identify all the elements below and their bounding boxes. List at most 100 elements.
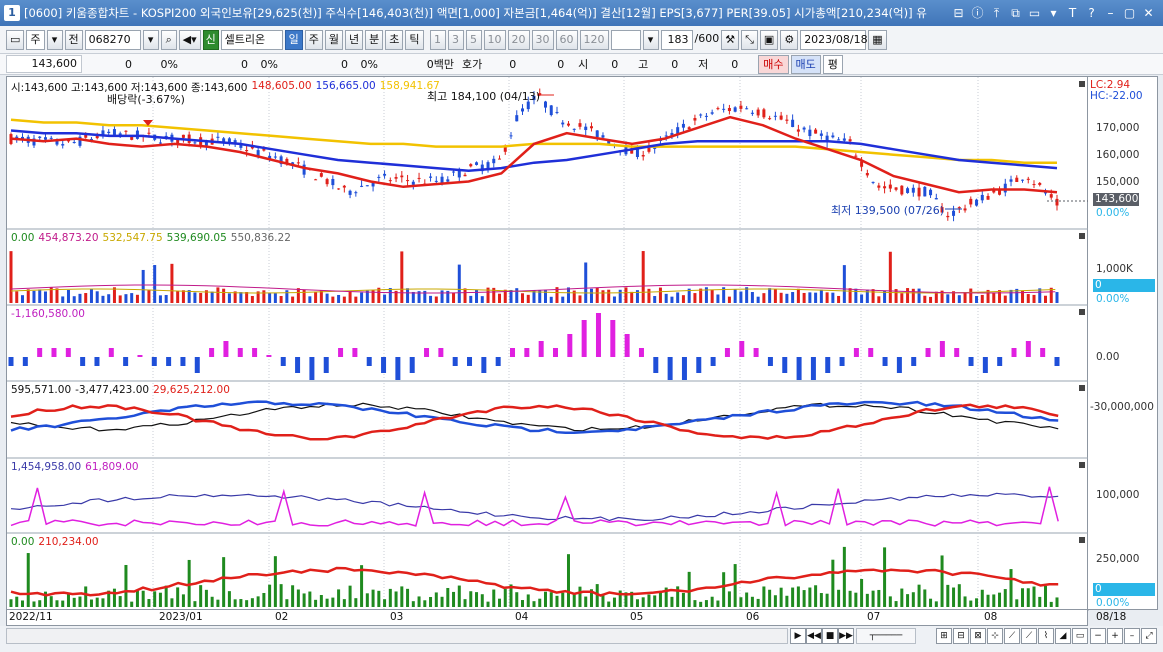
tab-period-tick[interactable]: 틱 <box>405 29 424 50</box>
candle-body <box>342 185 346 188</box>
cap-bar <box>204 589 208 607</box>
calendar-icon[interactable]: ▦ <box>868 29 887 50</box>
volume-bar <box>871 289 875 303</box>
volume-bar <box>32 290 36 303</box>
font-icon[interactable]: T <box>1064 5 1081 22</box>
tab-period-second[interactable]: 초 <box>385 29 404 50</box>
interval-5[interactable]: 5 <box>465 29 482 50</box>
market-dropdown-icon[interactable]: ▾ <box>46 29 63 50</box>
crosshair-icon[interactable]: ⊹ <box>987 628 1003 644</box>
buy-button[interactable]: 매수 <box>758 54 789 74</box>
zoom-in-icon[interactable]: + <box>1107 628 1123 644</box>
cap-bar <box>503 588 507 607</box>
volume-bar <box>785 293 789 303</box>
close-button[interactable]: ✕ <box>1140 5 1157 22</box>
scroll-next-icon[interactable]: ▶ <box>790 628 806 644</box>
sound-icon[interactable]: ◀▾ <box>178 29 201 50</box>
fit-icon[interactable]: ⊞ <box>936 628 952 644</box>
foreign-bar <box>1054 357 1060 366</box>
volume-bar <box>147 289 151 303</box>
candle-body <box>354 192 358 194</box>
stop-icon[interactable]: ■ <box>822 628 838 644</box>
help-icon[interactable]: ? <box>1083 5 1100 22</box>
code-dropdown-icon[interactable]: ▾ <box>142 29 159 50</box>
interval-3[interactable]: 3 <box>447 29 464 50</box>
maximize-button[interactable]: ▢ <box>1121 5 1138 22</box>
interval-custom-input[interactable] <box>610 29 641 50</box>
volume-bar <box>601 290 605 303</box>
tab-period-week[interactable]: 주 <box>304 29 323 50</box>
foreign-bar <box>997 357 1003 366</box>
interval-20[interactable]: 20 <box>507 29 530 50</box>
measure-icon[interactable]: ⟋ <box>1021 628 1037 644</box>
shrink-icon[interactable]: ▭ <box>1072 628 1088 644</box>
volume-bar <box>693 293 697 303</box>
cap-bar <box>543 591 547 607</box>
foreign-bar <box>65 348 71 357</box>
tab-period-minute[interactable]: 분 <box>365 29 384 50</box>
minimize-button[interactable]: – <box>1102 5 1119 22</box>
tab-period-year[interactable]: 년 <box>345 29 364 50</box>
cap-bar <box>32 601 36 607</box>
cap-bar <box>377 590 381 607</box>
interval-30[interactable]: 30 <box>531 29 554 50</box>
data-count-input[interactable]: 183 <box>660 29 693 50</box>
minus-icon[interactable]: – <box>1124 628 1140 644</box>
fullscreen-icon[interactable]: ⤢ <box>1141 628 1157 644</box>
screen-icon[interactable]: ▭ <box>1026 5 1043 22</box>
market-select[interactable]: 주 <box>26 29 45 50</box>
grid-icon[interactable]: ⊟ <box>953 628 969 644</box>
scroll-rewind-icon[interactable]: ◀◀ <box>806 628 822 644</box>
chart-toolbar: ▭ 주 ▾ 전 068270 ▾ ⌕ ◀▾ 신 셀트리온 일 주 월 년 분 초… <box>0 26 1163 54</box>
chart-scrollbar[interactable] <box>6 628 788 644</box>
cap-bar <box>371 589 375 607</box>
search-icon[interactable]: ⌕ <box>160 29 177 50</box>
tab-period-day[interactable]: 일 <box>284 29 303 50</box>
zoom-slider[interactable]: ┬───── <box>856 628 916 644</box>
interval-dropdown-icon[interactable]: ▾ <box>642 29 659 50</box>
foreign-bar <box>696 357 702 373</box>
interval-1[interactable]: 1 <box>429 29 446 50</box>
stock-code-input[interactable]: 068270 <box>84 29 141 50</box>
indicator-icon[interactable]: ⚒ <box>721 29 740 50</box>
draw-tool-icon[interactable]: ⤡ <box>741 29 758 50</box>
flow-tick: -30,000,000 <box>1090 401 1154 413</box>
candle-body <box>768 118 772 120</box>
scroll-forward-icon[interactable]: ▶▶ <box>838 628 854 644</box>
volume-bar <box>739 291 743 303</box>
info-icon[interactable]: ⓘ <box>969 5 986 22</box>
trend-icon[interactable]: ⟋ <box>1004 628 1020 644</box>
candle-body <box>894 187 898 190</box>
price-tick-170000: 170,000 <box>1096 122 1140 134</box>
settings-gear-icon[interactable]: ⚙ <box>780 29 799 50</box>
whole-button[interactable]: 전 <box>64 29 83 50</box>
zoom-out-icon[interactable]: − <box>1090 628 1106 644</box>
candle-body <box>917 187 921 197</box>
short-panel-close-icon <box>1079 462 1085 468</box>
date-input[interactable]: 2023/08/18 <box>800 29 868 50</box>
fib-icon[interactable]: ⌇ <box>1038 628 1054 644</box>
copy-window-icon[interactable]: ⧉ <box>1007 5 1024 22</box>
volume-bar <box>808 292 812 303</box>
candle-body <box>957 207 961 209</box>
volume-bar <box>762 293 766 303</box>
save-icon[interactable]: ▣ <box>759 29 779 50</box>
short-legend: 1,454,958.00 61,809.00 <box>11 461 139 473</box>
flat-button[interactable]: 평 <box>822 54 843 74</box>
chart-type-icon[interactable]: ◢ <box>1055 628 1071 644</box>
pin-top-icon[interactable]: ⤒ <box>988 5 1005 22</box>
cap-bar <box>95 597 99 607</box>
chart-area[interactable]: 시:143,600 고:143,600 저:143,600 종:143,600 … <box>6 76 1089 612</box>
sell-button[interactable]: 매도 <box>790 54 821 74</box>
layout-icon[interactable]: ⊟ <box>950 5 967 22</box>
panel-toggle-icon[interactable]: ▭ <box>6 29 25 50</box>
tab-period-month[interactable]: 월 <box>324 29 344 50</box>
interval-10[interactable]: 10 <box>483 29 506 50</box>
arrange-icon[interactable]: ⊠ <box>970 628 986 644</box>
interval-60[interactable]: 60 <box>555 29 578 50</box>
menu-down-icon[interactable]: ▾ <box>1045 5 1062 22</box>
candle-body <box>492 158 496 164</box>
cap-panel-close-icon <box>1079 537 1085 543</box>
interval-120[interactable]: 120 <box>579 29 609 50</box>
volume-bar <box>296 288 300 303</box>
